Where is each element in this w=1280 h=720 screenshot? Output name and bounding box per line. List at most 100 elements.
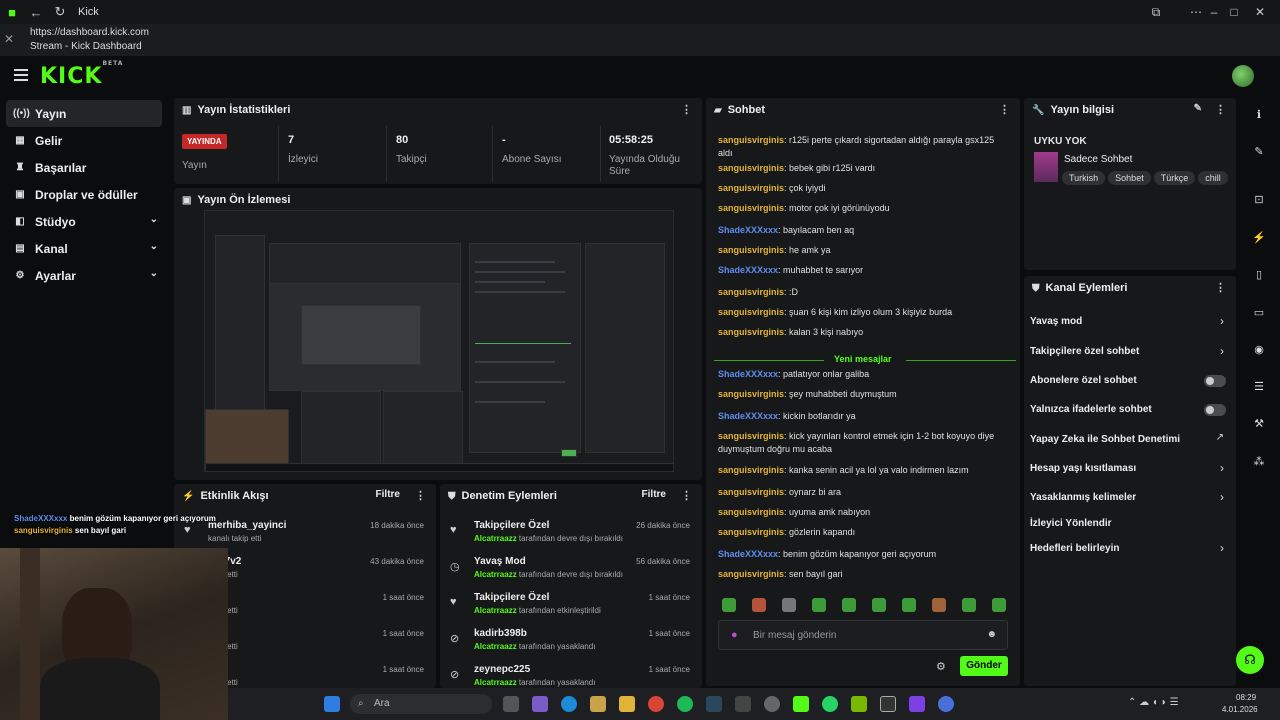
chat-username[interactable]: sanguisvirginis xyxy=(718,569,784,579)
sidebar-item-kanal[interactable]: ▤ Kanal ⌄ xyxy=(0,235,168,262)
stream-preview[interactable] xyxy=(204,210,674,472)
sidebar-item-studyo[interactable]: ◧ Stüdyo ⌄ xyxy=(0,208,168,235)
app-icon[interactable] xyxy=(909,696,925,712)
kebab-icon[interactable]: ⋮ xyxy=(415,489,426,502)
activity-filter[interactable]: Filtre xyxy=(376,489,400,500)
list-icon[interactable]: ☰ xyxy=(1250,378,1268,396)
app-icon[interactable] xyxy=(735,696,751,712)
app-icon[interactable] xyxy=(938,696,954,712)
kick-logo[interactable]: KICKBETA xyxy=(40,60,123,89)
tray-icons[interactable]: ⌃ ☁ ◖ ◗ ☰ xyxy=(1128,697,1179,708)
sidebar-item-basarilar[interactable]: ♜ Başarılar xyxy=(0,154,168,181)
chat-username[interactable]: ShadeXXXxxx xyxy=(718,369,778,379)
moderation-filter[interactable]: Filtre xyxy=(642,489,666,500)
app-icon[interactable] xyxy=(532,696,548,712)
spotify-icon[interactable] xyxy=(677,696,693,712)
emote-icon[interactable] xyxy=(932,598,946,612)
ai-moderation-row[interactable]: Yapay Zeka ile Sohbet Denetimi ↗ xyxy=(1024,426,1232,454)
emote-icon[interactable] xyxy=(842,598,856,612)
chat-username[interactable]: ShadeXXXxxx xyxy=(718,265,778,275)
kebab-icon[interactable]: ⋮ xyxy=(681,489,692,502)
taskbar-search[interactable]: ⌕ Ara xyxy=(350,694,492,714)
document-icon[interactable]: ▯ xyxy=(1250,266,1268,284)
nvidia-icon[interactable] xyxy=(851,696,867,712)
chat-username[interactable]: sanguisvirginis xyxy=(718,327,784,337)
store-icon[interactable] xyxy=(590,696,606,712)
sidebar-item-droplar[interactable]: ▣ Droplar ve ödüller xyxy=(0,181,168,208)
emote-icon[interactable] xyxy=(782,598,796,612)
share-icon[interactable]: ⁂ xyxy=(1250,453,1268,471)
kebab-icon[interactable]: ⋮ xyxy=(1215,281,1226,294)
folder-icon[interactable] xyxy=(619,696,635,712)
gear-icon[interactable]: ⚙ xyxy=(936,660,946,673)
host-row[interactable]: İzleyici Yönlendir xyxy=(1024,510,1232,538)
edit-icon[interactable]: ✎ xyxy=(1194,103,1202,114)
chat-username[interactable]: sanguisvirginis xyxy=(718,431,784,441)
wrench-icon[interactable]: ⚒ xyxy=(1250,415,1268,433)
chat-input[interactable]: ● Bir mesaj gönderin ☻ xyxy=(718,620,1008,650)
taskview-icon[interactable] xyxy=(503,696,519,712)
chat-username[interactable]: ShadeXXXxxx xyxy=(718,411,778,421)
pencil-icon[interactable]: ✎ xyxy=(1250,143,1268,161)
close-button[interactable]: ✕ xyxy=(1240,0,1280,24)
category-name[interactable]: Sadece Sohbet xyxy=(1064,154,1132,165)
account-age-row[interactable]: Hesap yaşı kısıtlaması › xyxy=(1024,455,1232,483)
mic-icon[interactable]: ● xyxy=(731,629,738,641)
steam-icon[interactable] xyxy=(706,696,722,712)
chat-username[interactable]: sanguisvirginis xyxy=(718,163,784,173)
reload-icon[interactable]: ↻ xyxy=(48,4,72,20)
subs-only-toggle[interactable] xyxy=(1204,375,1226,387)
slow-mode-row[interactable]: Yavaş mod › xyxy=(1024,308,1232,336)
sidebar-item-gelir[interactable]: ▦ Gelir xyxy=(0,127,168,154)
emote-icon[interactable] xyxy=(812,598,826,612)
chat-icon[interactable]: ▭ xyxy=(1250,304,1268,322)
sidebar-item-ayarlar[interactable]: ⚙ Ayarlar ⌄ xyxy=(0,262,168,289)
send-button[interactable]: Gönder xyxy=(960,656,1008,676)
back-icon[interactable]: ← xyxy=(24,5,48,20)
banned-words-row[interactable]: Yasaklanmış kelimeler › xyxy=(1024,484,1232,512)
kebab-icon[interactable]: ⋮ xyxy=(1215,103,1226,116)
emote-icon[interactable] xyxy=(872,598,886,612)
emote-icon[interactable] xyxy=(962,598,976,612)
chat-username[interactable]: sanguisvirginis xyxy=(718,465,784,475)
help-button[interactable]: ☊ xyxy=(1236,646,1264,674)
emotes-only-toggle[interactable] xyxy=(1204,404,1226,416)
emote-icon[interactable] xyxy=(752,598,766,612)
kick-app-icon[interactable] xyxy=(793,696,809,712)
emote-icon[interactable] xyxy=(902,598,916,612)
chat-username[interactable]: sanguisvirginis xyxy=(718,487,784,497)
edge-icon[interactable] xyxy=(561,696,577,712)
kebab-icon[interactable]: ⋮ xyxy=(681,103,692,116)
chat-username[interactable]: sanguisvirginis xyxy=(718,287,784,297)
kebab-icon[interactable]: ⋮ xyxy=(999,103,1010,116)
chat-username[interactable]: ShadeXXXxxx xyxy=(718,225,778,235)
chat-username[interactable]: ShadeXXXxxx xyxy=(718,549,778,559)
chat-username[interactable]: sanguisvirginis xyxy=(718,183,784,193)
close-url-icon[interactable]: ✕ xyxy=(4,32,14,46)
windows-icon[interactable] xyxy=(324,696,340,712)
chat-username[interactable]: sanguisvirginis xyxy=(718,507,784,517)
chat-username[interactable]: sanguisvirginis xyxy=(718,203,784,213)
goals-row[interactable]: Hedefleri belirleyin › xyxy=(1024,535,1232,563)
user-avatar[interactable] xyxy=(1232,65,1254,87)
emoji-icon[interactable]: ☻ xyxy=(986,629,997,640)
app-icon[interactable] xyxy=(764,696,780,712)
chat-username[interactable]: sanguisvirginis xyxy=(718,307,784,317)
chat-username[interactable]: sanguisvirginis xyxy=(718,135,784,145)
menu-icon[interactable] xyxy=(14,66,28,84)
target-icon[interactable]: ⊡ xyxy=(1250,191,1268,209)
bolt-icon[interactable]: ⚡ xyxy=(1250,229,1268,247)
chat-username[interactable]: sanguisvirginis xyxy=(718,527,784,537)
emote-icon[interactable] xyxy=(992,598,1006,612)
emote-icon[interactable] xyxy=(722,598,736,612)
chat-username[interactable]: sanguisvirginis xyxy=(718,389,784,399)
broadcast-icon[interactable]: ◉ xyxy=(1250,341,1268,359)
url-text[interactable]: https://dashboard.kick.com xyxy=(30,27,149,38)
app-icon[interactable] xyxy=(880,696,896,712)
followers-only-row[interactable]: Takipçilere özel sohbet › xyxy=(1024,338,1232,366)
extensions-icon[interactable]: ⧉ xyxy=(1136,0,1176,24)
whatsapp-icon[interactable] xyxy=(822,696,838,712)
chat-username[interactable]: sanguisvirginis xyxy=(718,245,784,255)
sidebar-item-yayin[interactable]: ((•)) Yayın xyxy=(6,100,162,127)
chrome-icon[interactable] xyxy=(648,696,664,712)
